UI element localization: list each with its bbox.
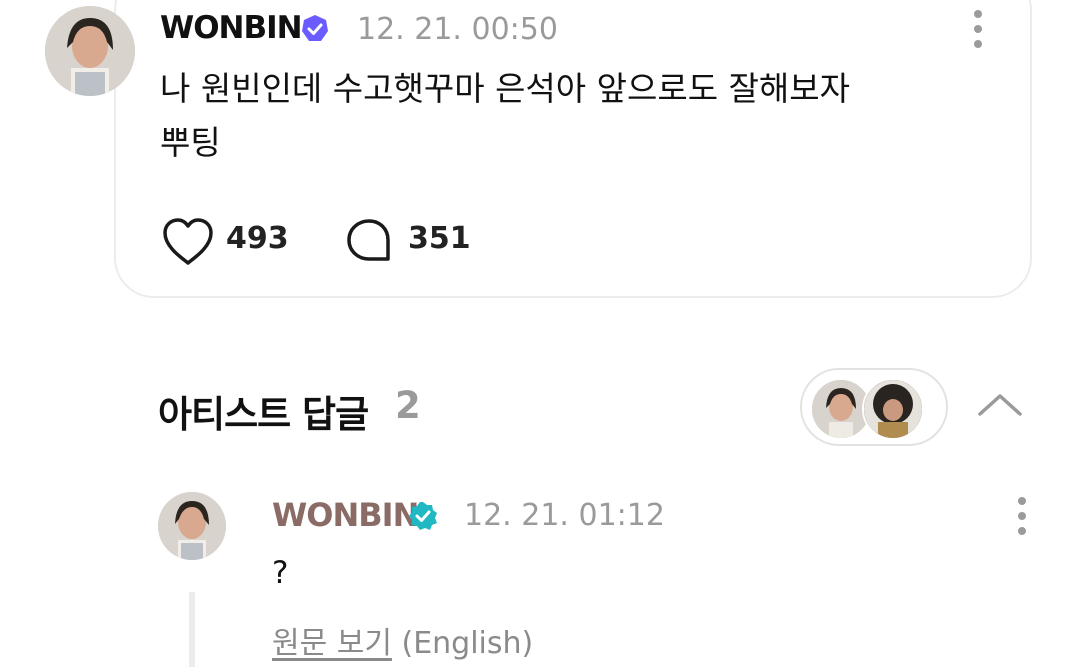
view-original: 원문 보기 (English) bbox=[272, 618, 533, 662]
verified-badge-icon bbox=[409, 502, 437, 530]
more-vertical-icon[interactable] bbox=[972, 10, 984, 48]
thread-line bbox=[189, 592, 195, 667]
post-body-line: 뿌팅 bbox=[160, 123, 221, 162]
view-original-link[interactable]: 원문 보기 bbox=[272, 626, 392, 661]
post-author-name[interactable]: WONBIN bbox=[160, 10, 303, 46]
chevron-up-icon[interactable] bbox=[975, 390, 1025, 420]
artist-replies-title: 아티스트 답글 bbox=[158, 393, 369, 436]
post-timestamp: 12. 21. 00:50 bbox=[357, 12, 558, 47]
view-original-language: (English) bbox=[401, 626, 534, 661]
post-body-line: 나 원빈인데 수고햇꾸마 은석아 앞으로도 잘해보자 bbox=[160, 69, 851, 108]
artist-avatar-stack[interactable] bbox=[800, 368, 948, 446]
reply-timestamp: 12. 21. 01:12 bbox=[464, 498, 665, 533]
artist-replies-count: 2 bbox=[395, 384, 421, 427]
comment-bubble-icon[interactable] bbox=[344, 216, 394, 266]
post-author-avatar[interactable] bbox=[45, 6, 135, 96]
heart-icon[interactable] bbox=[160, 216, 216, 268]
weverse-post-view: WONBIN 12. 21. 00:50 나 원빈인데 수고햇꾸마 은석아 앞으… bbox=[0, 0, 1080, 667]
like-count[interactable]: 493 bbox=[226, 221, 289, 256]
reply-author-avatar[interactable] bbox=[158, 492, 226, 560]
post-body: 나 원빈인데 수고햇꾸마 은석아 앞으로도 잘해보자 뿌팅 bbox=[160, 62, 960, 170]
verified-badge-icon bbox=[302, 15, 328, 41]
more-vertical-icon[interactable] bbox=[1016, 497, 1028, 535]
reply-author-name[interactable]: WONBIN bbox=[272, 496, 419, 534]
comment-count[interactable]: 351 bbox=[408, 221, 471, 256]
avatar bbox=[862, 378, 924, 440]
reply-body: ? bbox=[272, 555, 289, 591]
